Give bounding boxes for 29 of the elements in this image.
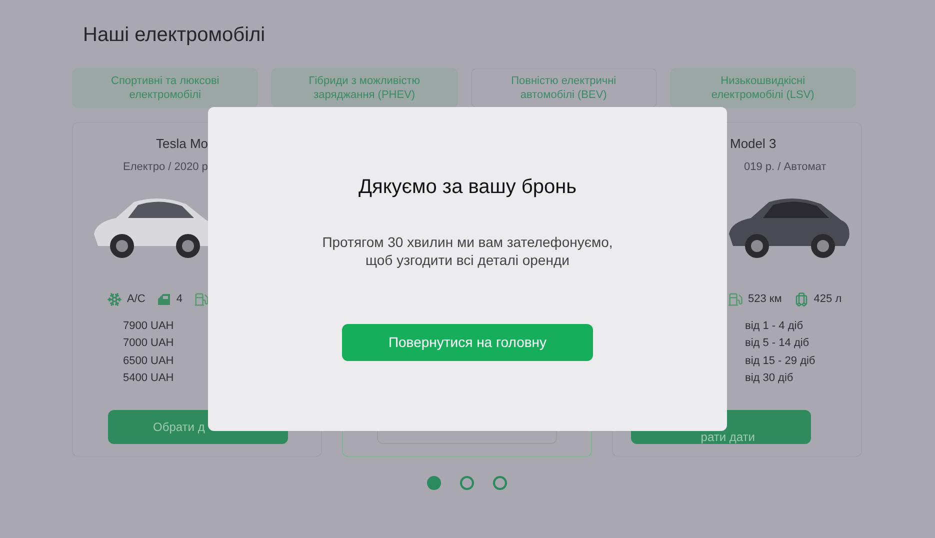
price-text: 7900 UAH [123, 318, 175, 334]
page-heading: Наші електромобілі [83, 23, 266, 48]
dialog-title: Дякуємо за вашу бронь [358, 175, 577, 200]
category-tab[interactable]: Повністю електричні автомобілі (BEV) [470, 68, 657, 108]
category-tab[interactable]: Низькошвидкісні електромобілі (LSV) [670, 68, 856, 108]
category-tab[interactable]: Спортивні та люксові електромобілі [72, 68, 258, 108]
feature-label: 523 км [748, 292, 782, 307]
dialog-message: Протягом 30 хвилин ми вам зателефонуємо, щоб узгодити всі деталі оренди [322, 233, 613, 269]
car-door-icon [157, 292, 172, 306]
luggage-icon [794, 292, 809, 307]
feature-label: A/C [127, 292, 146, 307]
fuel-pump-icon [194, 292, 210, 307]
car-title: Tesla Mo [156, 135, 210, 153]
feature-label: 425 л [814, 292, 842, 307]
rental-term: від 5 - 14 діб [745, 336, 810, 351]
car-subtitle: 019 р. / Автомат [744, 160, 828, 175]
price-text: 5400 UAH [123, 371, 175, 386]
snowflake-icon [107, 292, 122, 307]
return-home-button[interactable]: Повернутися на головну [342, 324, 593, 361]
price-text: 6500 UAH [123, 354, 175, 368]
category-tab[interactable]: Гібриди з можливістю заряджання (PHEV) [271, 68, 458, 108]
price-text: 7000 UAH [123, 336, 175, 351]
car-subtitle: Електро / 2020 р [123, 160, 209, 175]
fuel-pump-icon [728, 292, 743, 307]
rental-term: від 1 - 4 діб [745, 318, 804, 334]
rental-term: від 15 - 29 діб [745, 354, 816, 368]
rental-term: від 30 діб [745, 371, 794, 386]
car-title: Model 3 [730, 135, 778, 153]
feature-label: 4 [176, 292, 182, 307]
